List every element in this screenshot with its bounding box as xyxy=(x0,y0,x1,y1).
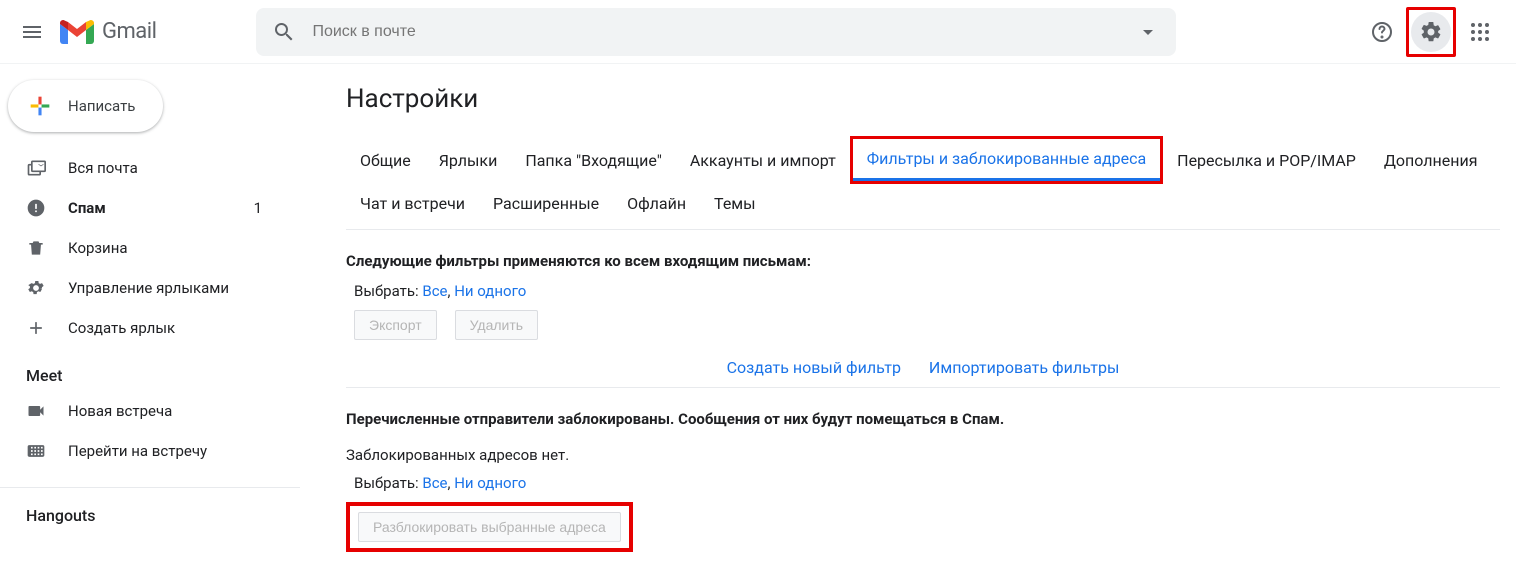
nav-label: Перейти на встречу xyxy=(68,442,207,460)
caret-down-icon xyxy=(1136,20,1160,44)
meet-join-meeting[interactable]: Перейти на встречу xyxy=(0,431,288,471)
tab-chat[interactable]: Чат и встречи xyxy=(346,184,479,223)
select-all-link[interactable]: Все xyxy=(422,282,447,300)
sidebar-item-manage-labels[interactable]: Управление ярлыками xyxy=(0,268,288,308)
nav-list: Вся почта Спам 1 Корзина Управление ярлы… xyxy=(0,148,300,348)
plus-icon xyxy=(26,92,54,120)
filters-select-line: Выбрать: Все, Ни одного xyxy=(354,282,1500,300)
meet-section-title: Meet xyxy=(0,348,300,391)
select-label: Выбрать: xyxy=(354,282,419,300)
sidebar-item-spam[interactable]: Спам 1 xyxy=(0,188,288,228)
select-none-link[interactable]: Ни одного xyxy=(454,282,526,300)
stacked-mail-icon xyxy=(26,158,46,178)
divider xyxy=(346,387,1500,388)
sidebar-item-trash[interactable]: Корзина xyxy=(0,228,288,268)
select-none-blocked-link[interactable]: Ни одного xyxy=(454,474,526,492)
page-title: Настройки xyxy=(346,84,1500,114)
tab-accounts[interactable]: Аккаунты и импорт xyxy=(676,141,850,180)
select-label: Выбрать: xyxy=(354,474,419,492)
support-button[interactable] xyxy=(1362,12,1402,52)
gmail-logo[interactable]: Gmail xyxy=(60,19,156,45)
search-options-button[interactable] xyxy=(1128,12,1168,52)
sidebar-item-create-label[interactable]: Создать ярлык xyxy=(0,308,288,348)
settings-main: Настройки Общие Ярлыки Папка "Входящие" … xyxy=(300,64,1516,572)
gear-icon xyxy=(1419,20,1443,44)
apps-grid-icon xyxy=(1468,20,1492,44)
tab-offline[interactable]: Офлайн xyxy=(613,184,700,223)
filters-heading: Следующие фильтры применяются ко всем вх… xyxy=(346,252,1500,270)
sidebar: Написать Вся почта Спам 1 Корзина Управл… xyxy=(0,64,300,572)
unblock-button[interactable]: Разблокировать выбранные адреса xyxy=(358,512,621,542)
settings-tabs: Общие Ярлыки Папка "Входящие" Аккаунты и… xyxy=(346,136,1500,223)
plus-small-icon xyxy=(26,318,46,338)
nav-count: 1 xyxy=(254,199,262,217)
help-icon xyxy=(1370,20,1394,44)
main-menu-button[interactable] xyxy=(8,8,56,56)
tab-advanced[interactable]: Расширенные xyxy=(479,184,613,223)
tab-general[interactable]: Общие xyxy=(346,141,425,180)
apps-button[interactable] xyxy=(1460,12,1500,52)
nav-label: Новая встреча xyxy=(68,402,172,420)
warning-icon xyxy=(26,198,46,218)
nav-label: Управление ярлыками xyxy=(68,279,229,297)
search-icon xyxy=(272,20,296,44)
keyboard-icon xyxy=(26,441,46,461)
gmail-logo-text: Gmail xyxy=(102,19,156,44)
tab-inbox[interactable]: Папка "Входящие" xyxy=(511,141,676,180)
trash-icon xyxy=(26,238,46,258)
nav-label: Создать ярлык xyxy=(68,319,175,337)
tab-themes[interactable]: Темы xyxy=(700,184,770,223)
select-all-blocked-link[interactable]: Все xyxy=(422,474,447,492)
search-button[interactable] xyxy=(264,12,304,52)
nav-label: Спам xyxy=(68,199,106,217)
search-bar xyxy=(256,8,1176,56)
divider xyxy=(346,229,1500,230)
export-button[interactable]: Экспорт xyxy=(354,310,437,340)
create-filter-link[interactable]: Создать новый фильтр xyxy=(727,358,901,377)
blocked-heading: Перечисленные отправители заблокированы.… xyxy=(346,410,1500,428)
search-input[interactable] xyxy=(304,23,1128,41)
tab-filters-highlight: Фильтры и заблокированные адреса xyxy=(850,136,1163,184)
meet-new-meeting[interactable]: Новая встреча xyxy=(0,391,288,431)
blocked-select-line: Выбрать: Все, Ни одного xyxy=(354,474,1500,492)
sidebar-item-all-mail[interactable]: Вся почта xyxy=(0,148,288,188)
header: Gmail xyxy=(0,0,1516,64)
settings-button[interactable] xyxy=(1411,12,1451,52)
nav-label: Корзина xyxy=(68,239,128,257)
gear-small-icon xyxy=(26,278,46,298)
tab-addons[interactable]: Дополнения xyxy=(1370,141,1492,180)
unblock-highlight: Разблокировать выбранные адреса xyxy=(346,502,633,552)
menu-icon xyxy=(20,20,44,44)
gmail-logo-icon xyxy=(60,19,94,45)
tab-labels[interactable]: Ярлыки xyxy=(425,141,512,180)
hangouts-section-title: Hangouts xyxy=(0,488,300,531)
compose-button[interactable]: Написать xyxy=(8,80,163,132)
video-icon xyxy=(26,401,46,421)
compose-label: Написать xyxy=(68,97,135,115)
settings-highlight xyxy=(1406,7,1456,57)
tab-forwarding[interactable]: Пересылка и POP/IMAP xyxy=(1163,141,1370,180)
filter-actions: Создать новый фильтр Импортировать фильт… xyxy=(346,358,1500,377)
import-filters-link[interactable]: Импортировать фильтры xyxy=(929,358,1119,377)
nav-label: Вся почта xyxy=(68,159,138,177)
no-blocked-message: Заблокированных адресов нет. xyxy=(346,446,1500,464)
tab-filters-blocked[interactable]: Фильтры и заблокированные адреса xyxy=(853,139,1160,181)
delete-button[interactable]: Удалить xyxy=(455,310,538,340)
